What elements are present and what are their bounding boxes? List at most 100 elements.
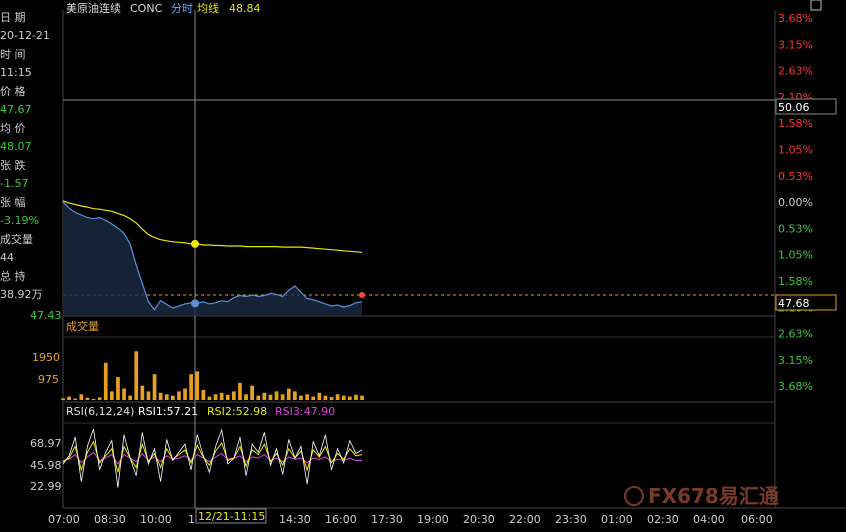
pct-label-up: 1.05%	[778, 144, 813, 157]
volume-bar	[103, 362, 108, 400]
volume-bar	[213, 394, 218, 400]
rsi-series-group	[62, 428, 363, 488]
price-axis: 3.68%3.15%2.63%2.10%1.58%1.05%0.53%0.00%…	[778, 12, 813, 393]
mode-label[interactable]: 分时	[171, 2, 193, 15]
time-label: 10:00	[140, 513, 172, 526]
volume-bar	[232, 391, 236, 400]
volume-bar	[219, 392, 224, 400]
volume-bar	[293, 391, 297, 400]
volume-y-label-1950: 1950	[32, 351, 60, 364]
volume-bar	[79, 394, 84, 400]
pct-label-up: 0.53%	[778, 170, 813, 183]
volume-bar	[274, 391, 279, 400]
volume-bar	[262, 392, 267, 400]
rsi1-line	[62, 428, 363, 488]
pct-label-up: 3.15%	[778, 38, 813, 51]
volume-bar	[341, 395, 346, 400]
left-low-label: 47.43	[30, 309, 62, 322]
intraday-chart[interactable]: 美原油连续 CONC 分时 均线 48.84 日 期 20-12-21 时 间 11:…	[0, 0, 846, 532]
time-label: 23:30	[555, 513, 587, 526]
volume-bar	[238, 382, 242, 400]
pct-label-down: 0.53%	[778, 222, 813, 235]
pct-label-down: 1.05%	[778, 249, 813, 262]
ma-value: 48.84	[229, 2, 261, 15]
time-label: 08:30	[94, 513, 126, 526]
volume-bars	[61, 351, 364, 400]
time-label: 04:00	[693, 513, 725, 526]
volume-bar	[122, 388, 126, 400]
info-label: 日 期	[0, 11, 26, 24]
rsi-title: RSI(6,12,24)	[66, 405, 134, 418]
avg-crosshair-dot	[191, 239, 199, 248]
volume-bar	[189, 374, 193, 400]
volume-bar	[158, 392, 163, 400]
info-label: 张 跌	[0, 158, 26, 172]
volume-bar	[91, 398, 96, 400]
pct-label-up: 3.68%	[778, 12, 813, 25]
time-label: 16:00	[325, 513, 357, 526]
volume-bar	[146, 391, 151, 400]
info-value: 44	[0, 251, 14, 264]
price-crosshair-dot	[191, 299, 199, 308]
volume-bar	[171, 395, 175, 400]
volume-bar	[195, 371, 200, 400]
info-label: 总 持	[0, 269, 26, 283]
volume-bar	[268, 394, 273, 400]
time-label: 22:00	[509, 513, 541, 526]
volume-bar	[280, 394, 285, 400]
info-value: 47.67	[0, 103, 32, 116]
volume-bar	[128, 395, 132, 400]
volume-bar	[61, 398, 65, 400]
volume-bar	[311, 396, 316, 400]
volume-bar	[360, 395, 364, 400]
info-label: 时 间	[0, 48, 26, 61]
volume-bar	[164, 394, 169, 400]
info-label: 成交量	[0, 232, 33, 246]
watermark: FX678易汇通	[648, 484, 779, 508]
info-value: -3.19%	[0, 214, 39, 227]
volume-title: 成交量	[66, 319, 99, 333]
expand-icon[interactable]	[810, 0, 822, 11]
time-label: 1	[188, 513, 195, 526]
info-value: 20-12-21	[0, 29, 50, 42]
time-label: 01:00	[601, 513, 633, 526]
volume-bar	[177, 391, 181, 400]
time-label: 06:00	[741, 513, 773, 526]
rsi-y-label-45: 45.98	[30, 459, 62, 472]
pct-label-down: 3.68%	[778, 380, 813, 393]
crosshair-time: 12/21-11:15	[198, 510, 265, 523]
volume-bar	[67, 396, 71, 400]
info-value: 38.92万	[0, 288, 43, 301]
pct-label-down: 1.58%	[778, 275, 813, 288]
ma-label: 均线	[197, 1, 219, 15]
volume-bar	[140, 385, 145, 400]
volume-bar	[116, 377, 120, 400]
volume-bar	[317, 392, 322, 400]
volume-y-label-975: 975	[38, 373, 59, 386]
info-value: 48.07	[0, 140, 32, 153]
volume-bar	[183, 388, 187, 400]
volume-bar	[207, 396, 212, 400]
pct-label-up: 1.58%	[778, 117, 813, 130]
volume-bar	[134, 351, 139, 400]
pct-label-zero: 0.00%	[778, 196, 813, 209]
price-area	[63, 201, 362, 316]
watermark-logo-icon	[624, 486, 644, 506]
rsi3-value: RSI3:47.90	[275, 405, 335, 418]
time-axis: 07:00 08:30 10:00 1 14:30 16:00 17:30 19:00 20:3…	[48, 513, 773, 526]
volume-bar	[97, 397, 102, 400]
symbol-code: CONC	[130, 2, 163, 15]
volume-bar	[110, 391, 114, 400]
volume-bar	[73, 398, 78, 400]
volume-bar	[299, 395, 303, 400]
volume-bar	[354, 394, 358, 400]
volume-bar	[244, 394, 248, 400]
time-label: 20:30	[463, 513, 495, 526]
last-price-dot	[359, 292, 365, 298]
pct-label-up: 2.63%	[778, 65, 813, 78]
volume-bar	[323, 395, 328, 400]
info-label: 价 格	[0, 84, 26, 98]
info-panel: 日 期 20-12-21 时 间 11:15 价 格 47.67 均 价 48.07 张 跌 -1…	[0, 11, 50, 301]
volume-bar	[348, 396, 352, 400]
time-label: 19:00	[417, 513, 449, 526]
